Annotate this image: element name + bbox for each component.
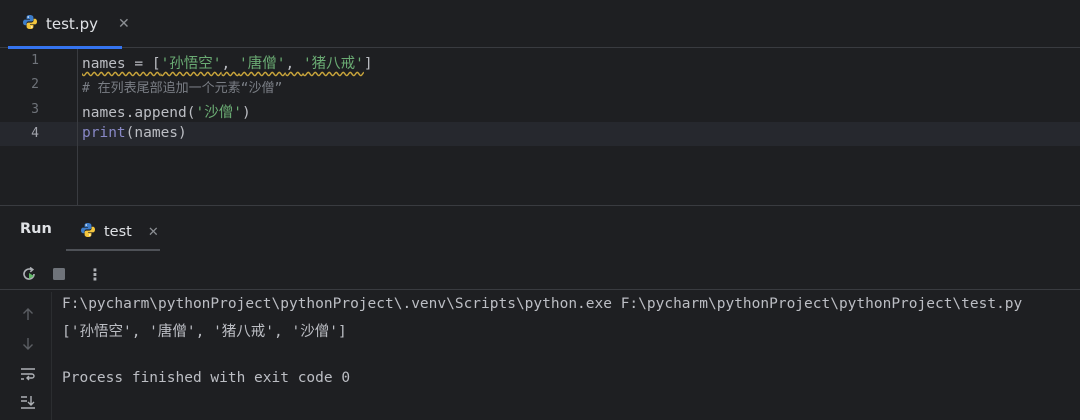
code-line-3: names.append('沙僧') (82, 101, 251, 122)
string-token: '沙僧' (195, 105, 242, 121)
run-header: Run test ✕ (0, 206, 1080, 254)
code-token: ) (241, 105, 251, 121)
line-number-gutter: 1 2 3 4 (0, 49, 78, 205)
code-token: names = [ (82, 56, 161, 72)
code-token: (names) (125, 125, 187, 141)
code-editor[interactable]: 1 2 3 4 names = ['孙悟空', '唐僧', '猪八戒'] # 在… (0, 49, 1080, 205)
code-line-4: print(names) (82, 125, 187, 141)
scroll-to-end-icon[interactable] (18, 392, 38, 412)
code-token: ] (363, 56, 373, 72)
arrow-up-icon[interactable] (18, 304, 38, 324)
close-icon[interactable]: ✕ (148, 225, 159, 240)
run-title: Run (20, 221, 52, 237)
run-toolbar: ⋮ (0, 258, 1080, 290)
code-token: , (221, 56, 240, 72)
stop-icon[interactable] (48, 263, 70, 285)
python-file-icon (80, 222, 96, 242)
tab-label: test.py (46, 15, 98, 33)
builtin-token: print (82, 125, 126, 141)
console-output-line: ['孙悟空', '唐僧', '猪八戒', '沙僧'] (62, 324, 347, 340)
run-tab-label: test (104, 224, 132, 240)
string-token: '唐僧' (239, 56, 286, 72)
string-token: '猪八戒' (302, 56, 364, 72)
editor-tab-bar: test.py ✕ (0, 0, 1080, 49)
string-token: '孙悟空' (160, 56, 222, 72)
run-tool-window: Run test ✕ ⋮ F:\pycharm\pythonProject\py… (0, 205, 1080, 420)
rerun-icon[interactable] (18, 263, 40, 285)
console-exit-line: Process finished with exit code 0 (62, 370, 351, 386)
python-file-icon (22, 14, 38, 34)
code-token: , (285, 56, 303, 72)
arrow-down-icon[interactable] (18, 334, 38, 354)
console-command-line: F:\pycharm\pythonProject\pythonProject\.… (62, 296, 1023, 312)
line-number: 4 (31, 126, 39, 141)
close-icon[interactable]: ✕ (118, 16, 130, 32)
line-number: 2 (31, 77, 39, 92)
code-line-1: names = ['孙悟空', '唐僧', '猪八戒'] (82, 52, 373, 73)
more-options-button[interactable]: ⋮ (84, 263, 106, 285)
run-tab-test[interactable]: test ✕ (66, 215, 160, 251)
soft-wrap-icon[interactable] (18, 364, 38, 384)
code-line-2: # 在列表尾部追加一个元素“沙僧” (82, 81, 283, 96)
console-side-toolbar (0, 292, 52, 420)
line-number: 3 (31, 102, 39, 117)
tab-test-py[interactable]: test.py ✕ (8, 0, 130, 49)
code-token: names.append( (82, 105, 196, 121)
line-number: 1 (31, 53, 39, 68)
